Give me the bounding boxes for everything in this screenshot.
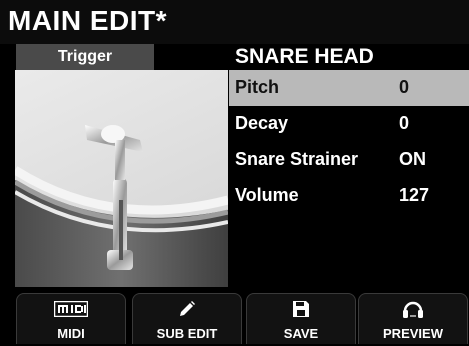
save-button[interactable]: SAVE xyxy=(246,293,356,344)
tab-trigger[interactable]: Trigger xyxy=(16,44,154,70)
softkey-label-midi: MIDI xyxy=(57,326,85,341)
softkey-label-save: SAVE xyxy=(283,326,319,341)
param-row-decay[interactable]: Decay 0 xyxy=(229,106,469,142)
softkey-label-preview: PREVIEW xyxy=(383,326,443,341)
param-value: 0 xyxy=(399,77,410,97)
title-bar: MAIN EDIT* xyxy=(0,0,469,44)
snare-drum-illustration xyxy=(15,70,228,287)
param-value: ON xyxy=(399,149,426,169)
param-value: 127 xyxy=(399,185,430,205)
headphones-icon xyxy=(359,298,467,320)
midi-icon xyxy=(17,298,125,320)
param-name: Volume xyxy=(235,185,299,205)
floppy-disk-icon xyxy=(247,298,355,320)
parameter-list: Pitch 0 Decay 0 Snare Strainer ON Volume… xyxy=(229,70,469,287)
param-name: Pitch xyxy=(235,77,280,97)
param-value: 0 xyxy=(399,113,410,133)
preview-button[interactable]: PREVIEW xyxy=(358,293,468,344)
param-row-pitch[interactable]: Pitch 0 xyxy=(229,70,469,106)
param-name: Decay xyxy=(235,113,289,133)
pencil-icon xyxy=(133,298,241,320)
section-title: SNARE HEAD xyxy=(235,45,374,68)
midi-button[interactable]: MIDI xyxy=(16,293,126,344)
param-row-volume[interactable]: Volume 127 xyxy=(229,178,469,214)
page-title: MAIN EDIT* xyxy=(8,5,167,36)
snare-drum-image xyxy=(15,70,228,287)
sub-edit-button[interactable]: SUB EDIT xyxy=(132,293,242,344)
softkey-label-sub-edit: SUB EDIT xyxy=(156,326,218,341)
softkey-bar: MIDI SUB EDIT SAVE PREVIEW xyxy=(0,289,469,346)
param-name: Snare Strainer xyxy=(235,149,359,169)
param-row-snare-strainer[interactable]: Snare Strainer ON xyxy=(229,142,469,178)
